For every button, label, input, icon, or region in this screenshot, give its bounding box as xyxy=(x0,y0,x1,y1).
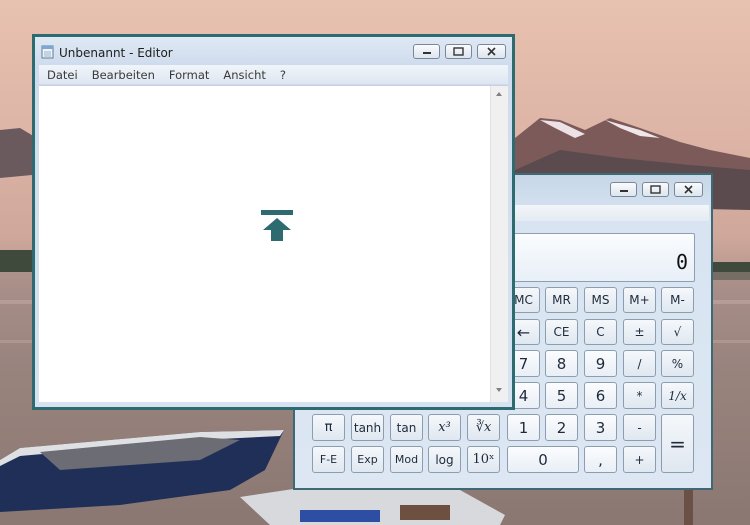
ten-power-button[interactable]: 10ˣ xyxy=(467,446,500,473)
pi-button[interactable]: π xyxy=(312,414,345,441)
notepad-menubar: Datei Bearbeiten Format Ansicht ? xyxy=(39,65,508,84)
six-button[interactable]: 6 xyxy=(584,382,617,409)
exp-button[interactable]: Exp xyxy=(351,446,384,473)
cube-button[interactable]: x³ xyxy=(428,414,461,441)
scroll-down-arrow-icon[interactable] xyxy=(496,388,502,392)
menu-help[interactable]: ? xyxy=(280,68,286,82)
notepad-vertical-scrollbar[interactable] xyxy=(490,86,508,402)
decimal-button[interactable]: , xyxy=(584,446,617,473)
scroll-up-arrow-icon[interactable] xyxy=(496,92,502,96)
log-button[interactable]: log xyxy=(428,446,461,473)
tanh-button[interactable]: tanh xyxy=(351,414,384,441)
plus-button[interactable]: + xyxy=(623,446,656,473)
calculator-title-buttons xyxy=(610,182,703,197)
menu-format[interactable]: Format xyxy=(169,68,210,82)
maximize-icon[interactable] xyxy=(445,44,472,59)
equals-button[interactable]: = xyxy=(661,414,694,473)
notepad-title: Unbenannt - Editor xyxy=(59,46,173,60)
tan-button[interactable]: tan xyxy=(390,414,423,441)
minimize-icon[interactable] xyxy=(413,44,440,59)
multiply-button[interactable]: * xyxy=(623,382,656,409)
m-minus-button[interactable]: M- xyxy=(661,287,694,313)
fe-button[interactable]: F-E xyxy=(312,446,345,473)
percent-button[interactable]: % xyxy=(661,350,694,377)
pin-top-icon xyxy=(261,210,293,241)
nine-button[interactable]: 9 xyxy=(584,350,617,377)
eight-button[interactable]: 8 xyxy=(545,350,578,377)
cube-root-button[interactable]: ∛x xyxy=(467,414,500,441)
two-button[interactable]: 2 xyxy=(545,414,578,441)
sqrt-button[interactable]: √ xyxy=(661,319,694,345)
divide-button[interactable]: / xyxy=(623,350,656,377)
maximize-icon[interactable] xyxy=(642,182,669,197)
minus-button[interactable]: - xyxy=(623,414,656,441)
notepad-window: Unbenannt - Editor Datei Bearbeiten Form… xyxy=(32,34,515,410)
menu-bearbeiten[interactable]: Bearbeiten xyxy=(92,68,155,82)
reciprocal-button[interactable]: 1/x xyxy=(661,382,694,409)
m-plus-button[interactable]: M+ xyxy=(623,287,656,313)
close-icon[interactable] xyxy=(477,44,506,59)
zero-button[interactable]: 0 xyxy=(507,446,579,473)
calculator-display: 0 xyxy=(505,233,695,282)
notepad-frame: Unbenannt - Editor Datei Bearbeiten Form… xyxy=(35,37,512,407)
ms-button[interactable]: MS xyxy=(584,287,617,313)
menu-ansicht[interactable]: Ansicht xyxy=(223,68,265,82)
notepad-app-icon xyxy=(41,45,54,59)
notepad-text-area[interactable] xyxy=(39,85,508,402)
three-button[interactable]: 3 xyxy=(584,414,617,441)
menu-datei[interactable]: Datei xyxy=(47,68,78,82)
notepad-title-buttons xyxy=(413,44,506,59)
calculator-display-value: 0 xyxy=(675,250,688,274)
one-button[interactable]: 1 xyxy=(507,414,540,441)
ce-button[interactable]: CE xyxy=(545,319,578,345)
c-button[interactable]: C xyxy=(584,319,617,345)
mod-button[interactable]: Mod xyxy=(390,446,423,473)
five-button[interactable]: 5 xyxy=(545,382,578,409)
plus-minus-button[interactable]: ± xyxy=(623,319,656,345)
minimize-icon[interactable] xyxy=(610,182,637,197)
mr-button[interactable]: MR xyxy=(545,287,578,313)
close-icon[interactable] xyxy=(674,182,703,197)
